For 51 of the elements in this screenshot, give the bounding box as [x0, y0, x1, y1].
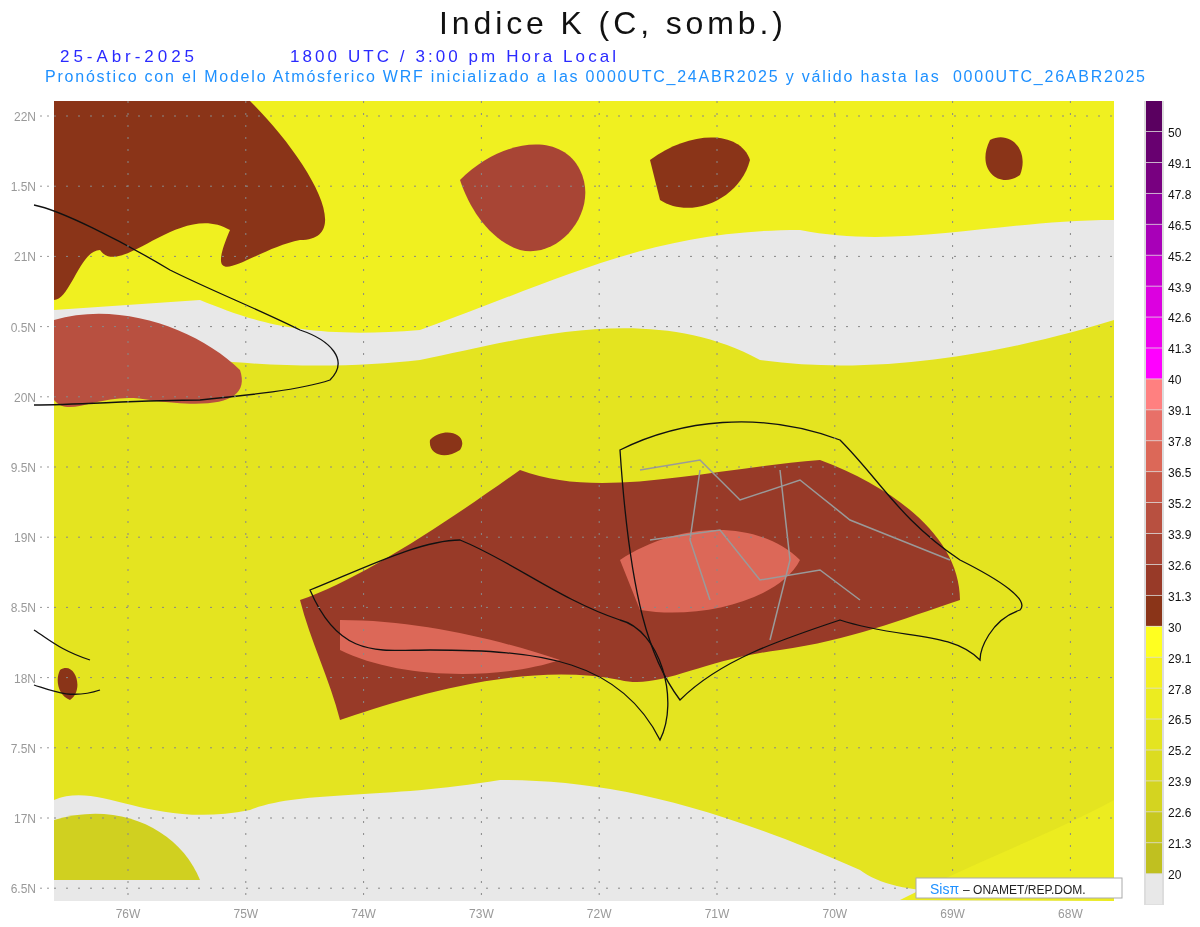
colorbar-label: 42.6 — [1168, 311, 1192, 326]
latitude-label: 20N — [14, 390, 36, 405]
colorbar-label: 32.6 — [1168, 558, 1192, 573]
colorbar-label: 49.1 — [1168, 156, 1192, 171]
latitude-label: 7.5N — [10, 741, 36, 756]
latitude-label: 0.5N — [10, 320, 36, 335]
longitude-label: 71W — [704, 907, 730, 921]
longitude-label: 74W — [351, 907, 376, 921]
colorbar-label: 27.8 — [1168, 682, 1192, 697]
longitude-label: 69W — [940, 907, 965, 921]
colorbar-label: 46.5 — [1168, 218, 1192, 233]
colorbar-label: 43.9 — [1168, 280, 1192, 295]
colorbar-label: 20 — [1168, 868, 1182, 883]
colorbar-label: 41.3 — [1168, 342, 1192, 357]
colorbar-label: 36.5 — [1168, 466, 1192, 481]
longitude-label: 73W — [469, 907, 494, 921]
colorbar-label: 23.9 — [1168, 775, 1192, 790]
latitude-label: 8.5N — [10, 601, 36, 616]
colorbar-label: 39.1 — [1168, 404, 1192, 419]
latitude-label: 6.5N — [10, 882, 36, 897]
colorbar-label: 33.9 — [1168, 527, 1192, 542]
forecast-time: 1800 UTC / 3:00 pm Hora Local — [290, 47, 616, 66]
colorbar-label: 40 — [1168, 373, 1182, 388]
colorbar-label: 30 — [1168, 620, 1182, 635]
latitude-label: 19N — [14, 531, 36, 546]
longitude-label: 68W — [1058, 907, 1083, 921]
colorbar-label: 35.2 — [1168, 497, 1192, 511]
latitude-label: 9.5N — [10, 461, 36, 475]
latitude-label: 17N — [14, 812, 36, 826]
latitude-label: 18N — [14, 671, 36, 686]
latitude-label: 22N — [14, 110, 36, 124]
model-run-info: Pronóstico con el Modelo Atmósferico WRF inicializado a las 0000UTC_24ABR2025 y válido hasta las 0000UTC_26ABR2025 — [45, 68, 1145, 85]
colorbar-label: 50 — [1168, 125, 1182, 140]
longitude-label: 70W — [822, 907, 848, 921]
longitude-label: 72W — [586, 907, 612, 921]
longitude-label: 75W — [233, 907, 259, 921]
colorbar-label: 29.1 — [1168, 651, 1192, 666]
chart-title: Indice K (C, somb.) — [439, 5, 783, 41]
colorbar-label: 25.2 — [1168, 744, 1192, 759]
latitude-label: 21N — [14, 250, 36, 265]
colorbar-label: 26.5 — [1168, 713, 1192, 728]
colorbar-label: 22.6 — [1168, 806, 1192, 821]
colorbar-label: 47.8 — [1168, 187, 1192, 202]
longitude-label: 76W — [115, 907, 141, 921]
colorbar-label: 31.3 — [1168, 589, 1192, 604]
colorbar-label: 21.3 — [1168, 837, 1192, 852]
colorbar-label: 37.8 — [1168, 435, 1192, 450]
credit-label: Sisπ – ONAMET/REP.DOM. — [915, 877, 1123, 899]
colorbar-label: 45.2 — [1168, 249, 1192, 264]
forecast-date: 25-Abr-2025 — [60, 47, 194, 66]
latitude-label: 1.5N — [10, 180, 36, 195]
